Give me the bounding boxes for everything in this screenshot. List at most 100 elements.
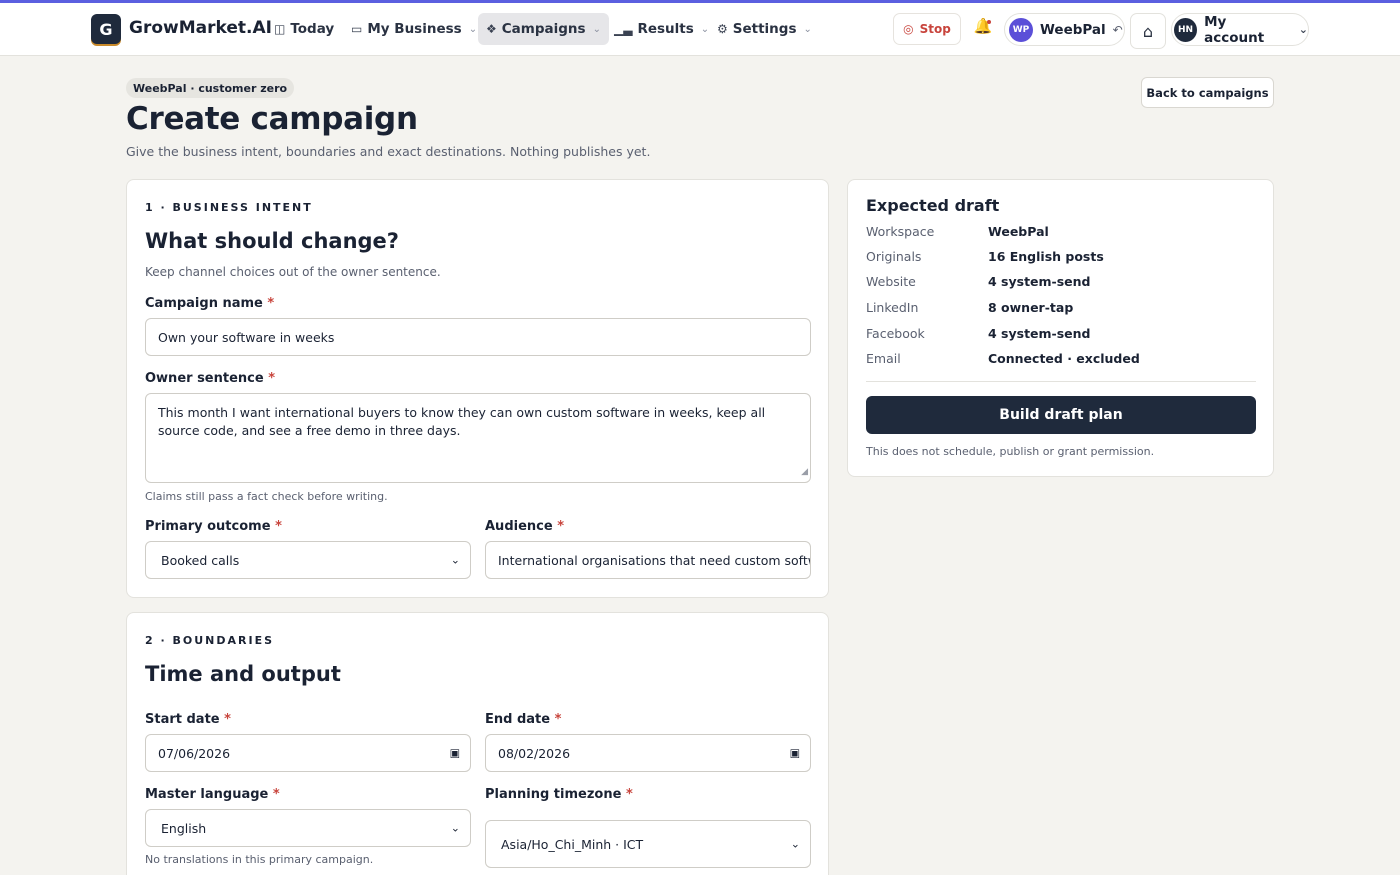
business-intent-card: 1 · BUSINESS INTENT What should change? …	[126, 179, 829, 598]
audience-label-text: Audience	[485, 519, 553, 534]
chevron-down-icon: ⌄	[1298, 23, 1308, 36]
audience-input[interactable]: International organisations that need cu…	[485, 541, 811, 579]
account-menu[interactable]: HN My account ⌄	[1171, 13, 1309, 46]
owner-sentence-label-text: Owner sentence	[145, 371, 264, 386]
primary-outcome-label: Primary outcome *	[145, 519, 282, 534]
required-mark: *	[268, 371, 276, 386]
book-icon: ▭	[351, 22, 363, 36]
workspace-name: WeebPal	[1040, 21, 1106, 38]
required-mark: *	[224, 712, 231, 727]
start-date-input[interactable]: 07/06/2026 ▣	[145, 734, 471, 772]
draft-row-key: Email	[866, 351, 901, 366]
master-language-select[interactable]: English ⌄	[145, 809, 471, 847]
end-date-input[interactable]: 08/02/2026 ▣	[485, 734, 811, 772]
switch-icon: ↶	[1112, 22, 1123, 37]
calendar-icon[interactable]: ▣	[450, 747, 460, 760]
owner-sentence-text: This month I want international buyers t…	[158, 405, 766, 438]
chevron-down-icon: ⌄	[700, 23, 710, 35]
draft-row-website: Website 4 system-send	[866, 274, 1256, 292]
draft-row-key: Workspace	[866, 224, 935, 239]
calendar-icon[interactable]: ▣	[790, 747, 800, 760]
stop-circle-icon: ◎	[903, 22, 914, 36]
master-language-hint: No translations in this primary campaign…	[145, 853, 374, 866]
timezone-select[interactable]: Asia/Ho_Chi_Minh · ICT ⌄	[485, 820, 811, 868]
build-draft-plan-button[interactable]: Build draft plan	[866, 396, 1256, 434]
section-title: What should change?	[145, 229, 399, 253]
owner-sentence-hint: Claims still pass a fact check before wr…	[145, 490, 388, 503]
draft-row-key: LinkedIn	[866, 300, 919, 315]
master-language-value: English	[161, 820, 207, 836]
chevron-down-icon: ⌄	[803, 23, 812, 35]
chevron-down-icon: ⌄	[592, 23, 601, 35]
expected-draft-title: Expected draft	[866, 196, 1000, 215]
chevron-down-icon: ⌄	[790, 837, 800, 851]
chevron-down-icon: ⌄	[450, 553, 460, 567]
top-navigation-bar: G GrowMarket.AI ◫ Today ▭ My Business ⌄ …	[0, 3, 1400, 56]
draft-row-value: 4 system-send	[988, 274, 1091, 289]
stop-button[interactable]: ◎ Stop	[893, 13, 961, 45]
stop-label: Stop	[919, 22, 951, 36]
inbox-icon: ◫	[274, 22, 286, 36]
page-subtitle: Give the business intent, boundaries and…	[126, 144, 651, 159]
draft-row-originals: Originals 16 English posts	[866, 249, 1256, 267]
draft-row-value: 4 system-send	[988, 326, 1091, 341]
brand-name[interactable]: GrowMarket.AI	[129, 18, 272, 38]
campaign-name-label-text: Campaign name	[145, 296, 263, 311]
expected-draft-panel: Expected draft Workspace WeebPal Origina…	[847, 179, 1274, 477]
section-step-label: 2 · BOUNDARIES	[145, 634, 275, 647]
draft-row-linkedin: LinkedIn 8 owner-tap	[866, 300, 1256, 318]
notification-dot	[987, 20, 991, 24]
logo-letter: G	[99, 19, 113, 39]
layers-icon: ❖	[486, 22, 497, 36]
bar-chart-icon: ▁▃	[614, 22, 633, 36]
start-date-label: Start date *	[145, 712, 231, 727]
workspace-avatar: WP	[1009, 17, 1033, 42]
resize-handle-icon[interactable]: ◢	[801, 463, 808, 481]
section-step-label: 1 · BUSINESS INTENT	[145, 201, 313, 214]
nav-today-label: Today	[290, 21, 335, 37]
home-icon: ⌂	[1142, 21, 1154, 41]
home-button[interactable]: ⌂	[1130, 13, 1166, 49]
required-mark: *	[275, 519, 282, 534]
app-logo[interactable]: G	[91, 14, 121, 44]
draft-row-value: 8 owner-tap	[988, 300, 1074, 315]
notifications-button[interactable]: 🔔	[970, 17, 996, 43]
page-title: Create campaign	[126, 101, 418, 137]
required-mark: *	[625, 787, 633, 802]
nav-today[interactable]: ◫ Today	[266, 13, 342, 45]
owner-sentence-label: Owner sentence *	[145, 371, 275, 386]
nav-campaigns[interactable]: ❖ Campaigns ⌄	[478, 13, 609, 45]
workspace-switcher[interactable]: WP WeebPal ↶	[1004, 13, 1125, 46]
draft-row-key: Facebook	[866, 326, 925, 341]
draft-row-value: Connected · excluded	[988, 351, 1140, 366]
divider	[866, 381, 1256, 382]
draft-row-key: Originals	[866, 249, 922, 264]
nav-results-label: Results	[637, 21, 694, 37]
start-date-value: 07/06/2026	[158, 745, 231, 761]
required-mark: *	[267, 296, 275, 311]
nav-settings[interactable]: ⚙ Settings ⌄	[709, 13, 820, 45]
primary-outcome-select[interactable]: Booked calls ⌄	[145, 541, 471, 579]
timezone-label: Planning timezone *	[485, 787, 633, 802]
primary-outcome-value: Booked calls	[161, 552, 240, 568]
nav-my-business-label: My Business	[367, 21, 462, 37]
master-language-label-text: Master language	[145, 787, 269, 802]
nav-settings-label: Settings	[732, 21, 797, 37]
owner-sentence-textarea[interactable]: This month I want international buyers t…	[145, 393, 811, 483]
campaign-name-input[interactable]: Own your software in weeks	[145, 318, 811, 356]
end-date-label: End date *	[485, 712, 561, 727]
nav-results[interactable]: ▁▃ Results ⌄	[606, 13, 717, 45]
nav-my-business[interactable]: ▭ My Business ⌄	[343, 13, 485, 45]
back-to-campaigns-button[interactable]: Back to campaigns	[1141, 77, 1274, 108]
section-title: Time and output	[145, 662, 341, 686]
audience-label: Audience *	[485, 519, 564, 534]
end-date-label-text: End date	[485, 712, 551, 727]
gear-icon: ⚙	[717, 22, 728, 36]
start-date-label-text: Start date	[145, 712, 220, 727]
account-avatar: HN	[1174, 17, 1198, 42]
draft-row-value: 16 English posts	[988, 249, 1104, 264]
draft-row-value: WeebPal	[988, 224, 1049, 239]
timezone-value: Asia/Ho_Chi_Minh · ICT	[501, 836, 644, 852]
chevron-down-icon: ⌄	[468, 23, 478, 35]
primary-outcome-label-text: Primary outcome	[145, 519, 271, 534]
